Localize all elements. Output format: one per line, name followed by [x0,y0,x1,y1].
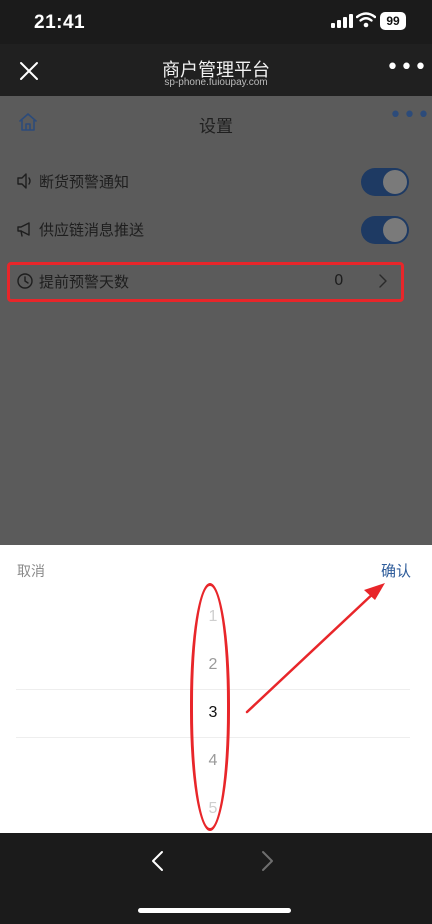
settings-page: 设置 ••• 断货预警通知 供应链消息推送 提前预警天数 0 [0,96,432,545]
supply-push-toggle[interactable] [361,216,409,244]
browser-bottom-bar [0,833,432,924]
toggle-knob [383,218,407,242]
toggle-knob [383,170,407,194]
home-indicator [138,908,291,913]
back-icon[interactable] [149,850,167,872]
row-supply-push: 供应链消息推送 [0,206,432,254]
highlight-oval [190,583,230,831]
speaker-icon [17,173,31,189]
browser-top-bar: 商户管理平台 sp-phone.fuioupay.com ••• [0,44,432,96]
stock-alert-toggle[interactable] [361,168,409,196]
row-label: 断货预警通知 [39,173,130,191]
highlight-box [7,262,404,302]
more-icon[interactable]: ••• [386,57,428,79]
wifi-icon [356,12,376,28]
phone-screen: 21:41 99 商户管理平台 sp-phone.fuioupay.com ••… [0,0,432,924]
megaphone-icon [17,222,30,237]
cancel-button[interactable]: 取消 [17,561,45,581]
page-nav: 设置 ••• [0,96,432,146]
status-bar: 21:41 99 [0,0,432,44]
row-stock-alert: 断货预警通知 [0,158,432,206]
battery-badge: 99 [380,12,406,30]
forward-icon[interactable] [258,850,276,872]
signal-icon [331,14,353,28]
row-label: 供应链消息推送 [39,221,145,239]
page-title: 设置 [199,117,233,137]
status-time: 21:41 [34,12,86,33]
page-more-icon[interactable]: ••• [389,105,431,127]
confirm-button[interactable]: 确认 [381,560,411,581]
browser-url: sp-phone.fuioupay.com [164,77,268,88]
